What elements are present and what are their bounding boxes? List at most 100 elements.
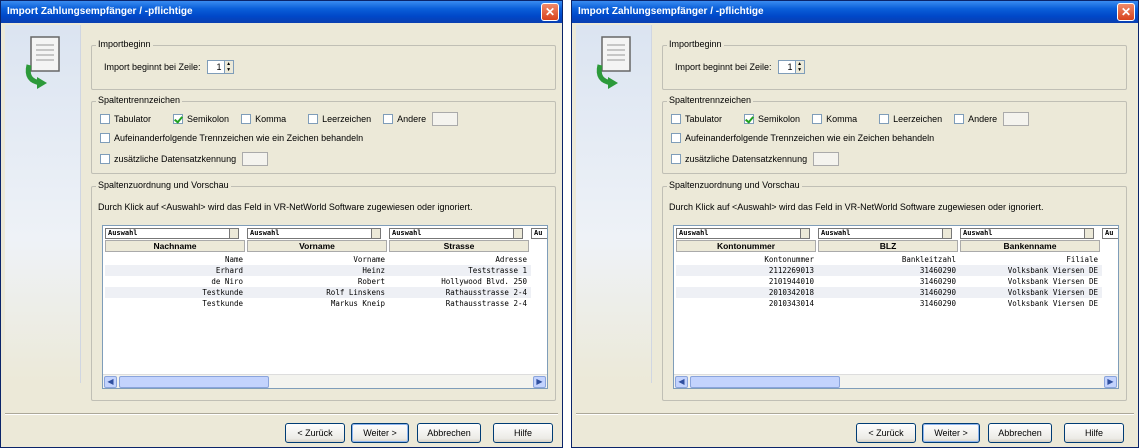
preview-table: Auswahl Kontonummer Auswahl BLZ Auswahl … bbox=[673, 225, 1119, 389]
komma-checkbox[interactable] bbox=[241, 114, 252, 124]
extra-record-id-checkbox[interactable] bbox=[671, 154, 681, 164]
dropdown-arrow-icon[interactable] bbox=[513, 229, 522, 238]
horizontal-scrollbar[interactable]: ◀ ▶ bbox=[103, 374, 547, 388]
table-row: 2112269013 31460290 Volksbank Viersen DE bbox=[676, 265, 1102, 276]
scroll-left-icon[interactable]: ◀ bbox=[675, 376, 688, 388]
tabulator-checkbox[interactable] bbox=[100, 114, 110, 124]
andere-input[interactable] bbox=[1003, 112, 1030, 126]
leerzeichen-checkbox[interactable] bbox=[308, 114, 319, 124]
start-row-input[interactable]: 1 bbox=[777, 60, 796, 74]
table-cell: Adresse bbox=[495, 255, 527, 264]
merge-separators-label: Aufeinanderfolgende Trennzeichen wie ein… bbox=[685, 133, 935, 143]
komma-checkbox[interactable] bbox=[812, 114, 823, 124]
table-cell: Volksbank Viersen DE bbox=[1007, 266, 1098, 275]
vorschau-hint: Durch Klick auf <Auswahl> wird das Feld … bbox=[669, 202, 1044, 212]
merge-separators-checkbox[interactable] bbox=[100, 133, 110, 143]
button-divider bbox=[5, 413, 558, 415]
extra-record-id-input[interactable] bbox=[813, 152, 840, 166]
dropdown-arrow-icon[interactable] bbox=[1084, 229, 1093, 238]
next-button[interactable]: Weiter > bbox=[922, 423, 980, 443]
auswahl-dropdown[interactable]: Auswahl bbox=[960, 228, 1094, 239]
cancel-button[interactable]: Abbrechen bbox=[988, 423, 1052, 443]
stepper-arrows-icon[interactable]: ▲ ▼ bbox=[224, 60, 234, 74]
andere-checkbox[interactable] bbox=[383, 114, 394, 124]
back-button[interactable]: < Zurück bbox=[856, 423, 916, 443]
window-title: Import Zahlungsempfänger / -pflichtige bbox=[578, 6, 764, 17]
column-header: Kontonummer bbox=[676, 240, 816, 252]
table-row: Kontonummer Bankleitzahl Filiale bbox=[676, 254, 1102, 265]
start-row-stepper[interactable]: 1 ▲ ▼ bbox=[777, 60, 805, 74]
table-cell: Volksbank Viersen DE bbox=[1007, 277, 1098, 286]
start-row-input[interactable]: 1 bbox=[206, 60, 225, 74]
extra-record-id-checkbox[interactable] bbox=[100, 154, 110, 164]
window-titlebar[interactable]: Import Zahlungsempfänger / -pflichtige ✕ bbox=[572, 1, 1138, 23]
leerzeichen-checkbox[interactable] bbox=[879, 114, 890, 124]
dropdown-arrow-icon[interactable] bbox=[229, 229, 238, 238]
scroll-left-icon[interactable]: ◀ bbox=[104, 376, 117, 388]
help-button[interactable]: Hilfe bbox=[493, 423, 553, 443]
help-button[interactable]: Hilfe bbox=[1064, 423, 1124, 443]
auswahl-label: Auswahl bbox=[963, 229, 993, 237]
horizontal-scrollbar[interactable]: ◀ ▶ bbox=[674, 374, 1118, 388]
table-cell: Heinz bbox=[362, 266, 385, 275]
andere-label: Andere bbox=[968, 114, 998, 124]
next-button[interactable]: Weiter > bbox=[351, 423, 409, 443]
auswahl-dropdown[interactable]: Auswahl bbox=[676, 228, 810, 239]
semikolon-checkbox[interactable] bbox=[744, 114, 755, 124]
window-titlebar[interactable]: Import Zahlungsempfänger / -pflichtige ✕ bbox=[1, 1, 562, 23]
andere-checkbox[interactable] bbox=[954, 114, 965, 124]
dropdown-arrow-icon[interactable] bbox=[800, 229, 809, 238]
tabulator-checkbox[interactable] bbox=[671, 114, 681, 124]
scrollbar-thumb[interactable] bbox=[119, 376, 269, 388]
spaltentrenner-title: Spaltentrennzeichen bbox=[96, 95, 183, 105]
auswahl-dropdown[interactable]: Auswahl bbox=[818, 228, 952, 239]
start-row-label: Import beginnt bei Zeile: bbox=[104, 62, 201, 72]
komma-label: Komma bbox=[255, 114, 287, 124]
merge-separators-checkbox[interactable] bbox=[671, 133, 681, 143]
table-cell: Erhard bbox=[215, 266, 243, 275]
table-cell: de Niro bbox=[211, 277, 243, 286]
table-cell: 2010343014 bbox=[768, 299, 814, 308]
preview-rows: Kontonummer Bankleitzahl Filiale 2112269… bbox=[676, 254, 1102, 309]
auswahl-dropdown[interactable]: Auswahl bbox=[105, 228, 239, 239]
auswahl-dropdown[interactable]: Au bbox=[1102, 228, 1118, 239]
table-row: Testkunde Rolf Linskens Rathausstrasse 2… bbox=[105, 287, 531, 298]
dropdown-arrow-icon[interactable] bbox=[942, 229, 951, 238]
scrollbar-thumb[interactable] bbox=[690, 376, 840, 388]
import-document-icon bbox=[596, 36, 631, 89]
auswahl-dropdown[interactable]: Auswahl bbox=[389, 228, 523, 239]
table-cell: Kontonummer bbox=[764, 255, 814, 264]
table-cell: Testkunde bbox=[202, 288, 243, 297]
start-row-stepper[interactable]: 1 ▲ ▼ bbox=[206, 60, 234, 74]
auswahl-label: Auswahl bbox=[250, 229, 280, 237]
tabulator-label: Tabulator bbox=[114, 114, 152, 124]
auswahl-label: Au bbox=[534, 229, 543, 237]
extra-record-id-input[interactable] bbox=[242, 152, 269, 166]
table-cell: 2010342018 bbox=[768, 288, 814, 297]
spaltentrenner-title: Spaltentrennzeichen bbox=[667, 95, 754, 105]
andere-input[interactable] bbox=[432, 112, 459, 126]
tabulator-label: Tabulator bbox=[685, 114, 723, 124]
close-icon[interactable]: ✕ bbox=[541, 3, 559, 21]
vorschau-group: Spaltenzuordnung und Vorschau Durch Klic… bbox=[91, 180, 556, 401]
scroll-right-icon[interactable]: ▶ bbox=[1104, 376, 1117, 388]
spaltentrenner-group: Spaltentrennzeichen Tabulator Semikolon … bbox=[91, 95, 556, 174]
semikolon-label: Semikolon bbox=[187, 114, 230, 124]
table-cell: Volksbank Viersen DE bbox=[1007, 299, 1098, 308]
auswahl-dropdown[interactable]: Auswahl bbox=[247, 228, 381, 239]
back-button[interactable]: < Zurück bbox=[285, 423, 345, 443]
table-cell: Hollywood Blvd. 250 bbox=[441, 277, 527, 286]
semikolon-label: Semikolon bbox=[758, 114, 801, 124]
table-row: Erhard Heinz Teststrasse 1 bbox=[105, 265, 531, 276]
table-cell: 31460290 bbox=[919, 299, 956, 308]
auswahl-label: Auswahl bbox=[392, 229, 422, 237]
close-icon[interactable]: ✕ bbox=[1117, 3, 1135, 21]
semikolon-checkbox[interactable] bbox=[173, 114, 184, 124]
table-cell: Robert bbox=[357, 277, 385, 286]
dropdown-arrow-icon[interactable] bbox=[371, 229, 380, 238]
auswahl-dropdown[interactable]: Au bbox=[531, 228, 547, 239]
cancel-button[interactable]: Abbrechen bbox=[417, 423, 481, 443]
auswahl-label: Auswahl bbox=[679, 229, 709, 237]
stepper-arrows-icon[interactable]: ▲ ▼ bbox=[795, 60, 805, 74]
scroll-right-icon[interactable]: ▶ bbox=[533, 376, 546, 388]
